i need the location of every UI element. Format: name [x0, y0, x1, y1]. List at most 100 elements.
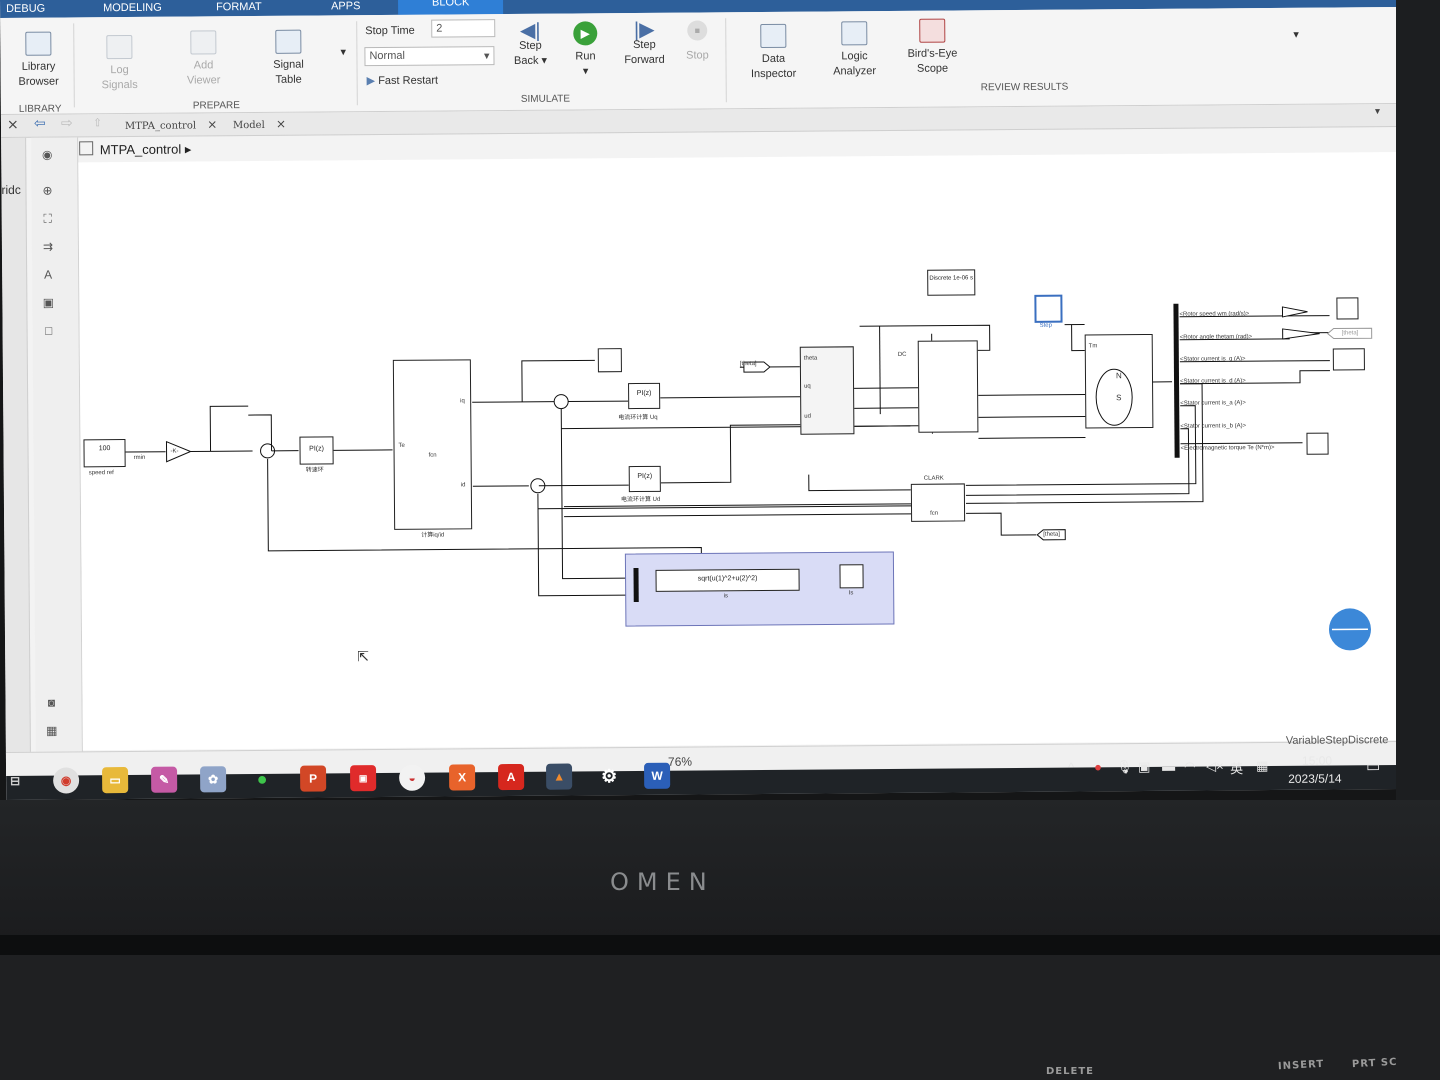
discrete-solver-label: Discrete 1e-06 s [929, 275, 974, 282]
speed-scope-block[interactable] [1336, 297, 1359, 320]
inverter-bridge-block[interactable] [917, 340, 979, 433]
chrome-icon[interactable]: ◉ [53, 767, 80, 794]
ime-mode-icon[interactable]: ▦ [1256, 758, 1268, 774]
sqrt-magnitude-block[interactable]: sqrt(u(1)^2+u(2)^2) [655, 568, 800, 592]
add-viewer-button[interactable]: Add Viewer [176, 30, 230, 88]
doc-tab-model-label: Model [232, 119, 265, 132]
prepare-expand-icon[interactable]: ▾ [340, 45, 346, 60]
ud-pi-controller-block[interactable]: PI(z) [628, 465, 661, 493]
powergui-discrete-block[interactable]: Discrete 1e-06 s [927, 269, 976, 296]
tab-apps[interactable]: APPS [331, 0, 360, 12]
file-explorer-icon[interactable]: ▭ [102, 767, 129, 794]
zoom-icon[interactable]: ⊕ [40, 184, 54, 198]
back-arrow-icon[interactable]: ⇦ [34, 116, 46, 132]
taskview-icon[interactable]: ⊟ [6, 768, 24, 794]
speed-ref-constant-block[interactable]: 100 [83, 439, 126, 468]
doc-tab-model[interactable]: Model × [233, 117, 286, 131]
step-forward-button[interactable]: |▶ Step Forward [620, 19, 668, 68]
data-inspector-icon [760, 23, 787, 49]
theta-goto-tag-2: [theta] [1341, 330, 1359, 337]
close-tab-icon[interactable]: × [207, 117, 217, 131]
run-button[interactable]: ▶ Run ▾ [566, 21, 604, 79]
log-signals-button[interactable]: Log Signals [92, 34, 146, 93]
speed-pi-controller-block[interactable]: PI(z) [299, 436, 334, 465]
youdao-icon[interactable]: ▣ [350, 765, 377, 792]
powerpoint-icon[interactable]: P [300, 765, 327, 792]
clark-transform-block[interactable]: fcn [910, 483, 966, 522]
bus-signal-5: <Stator current is_b (A)> [1180, 423, 1247, 430]
gallery-expand-icon[interactable]: ▾ [1293, 28, 1299, 43]
arrow-icon[interactable]: ⇉ [41, 240, 55, 254]
display-icon[interactable]: ▣ [1138, 759, 1150, 775]
tab-debug[interactable]: DEBUG [6, 3, 45, 15]
tab-block[interactable]: BLOCK [397, 0, 504, 15]
xmind-icon[interactable]: X [449, 764, 476, 791]
stop-time-input[interactable]: 2 [431, 19, 496, 38]
clock-date[interactable]: 2023/5/14 [1288, 771, 1341, 785]
ime-indicator[interactable]: 英 [1230, 758, 1243, 777]
data-inspector-button[interactable]: Data Inspector [745, 23, 801, 82]
is-scope-label: Is [848, 590, 854, 597]
step-block[interactable] [1034, 294, 1063, 323]
word-icon[interactable]: W [644, 762, 671, 789]
wechat-icon[interactable]: ● [249, 766, 275, 792]
tab-format[interactable]: FORMAT [216, 1, 262, 13]
screenshot-icon[interactable]: ◙ [44, 696, 58, 710]
doc-tab-mtpa-control[interactable]: MTPA_control × [125, 117, 217, 132]
forward-arrow-icon[interactable]: ⇨ [61, 115, 73, 131]
area-icon[interactable]: □ [42, 324, 56, 338]
close-tab-icon[interactable]: × [276, 117, 286, 131]
uq-port-label: uq [804, 383, 811, 390]
microphone-icon[interactable]: 🎙 [1116, 759, 1133, 775]
bezel-right [1396, 0, 1440, 935]
birds-eye-scope-button[interactable]: Bird's-Eye Scope [900, 18, 964, 77]
hide-show-icon[interactable]: ◉ [40, 148, 54, 162]
ud-pi-label: PI(z) [637, 472, 653, 481]
clock-time[interactable]: 15:00 [1302, 754, 1332, 768]
step-back-button[interactable]: ◀| Step Back ▾ [510, 19, 550, 69]
model-canvas[interactable]: 100 speed ref rmin -K- PI(z) 转速环 Te iq i… [78, 151, 1406, 751]
add-viewer-label: Add Viewer [186, 59, 221, 87]
fast-restart-toggle[interactable]: ▶ Fast Restart [367, 74, 439, 90]
notification-icon[interactable]: ▭ [1366, 757, 1380, 775]
paint-icon[interactable]: ✎ [151, 766, 178, 793]
app-icon[interactable]: ✿ [200, 766, 227, 793]
acrobat-icon[interactable]: A [498, 763, 525, 791]
stop-button[interactable]: ■ Stop [682, 20, 712, 63]
matlab-icon[interactable]: ▲ [546, 763, 573, 790]
motor-s-label: S [1116, 393, 1122, 403]
tray-app-icon[interactable]: ● [1094, 759, 1102, 774]
simulation-mode-select[interactable]: Normal ▾ [364, 46, 495, 67]
library-group-label: LIBRARY [18, 103, 62, 115]
signal-table-button[interactable]: Signal Table [262, 29, 314, 88]
library-browser-button[interactable]: Library Browser [8, 31, 68, 89]
model-browser-clipped-text: ridc [1, 182, 21, 197]
settings-gear-icon[interactable]: ⚙ [596, 763, 622, 789]
is-scope-block[interactable] [839, 564, 864, 589]
step-back-icon: ◀| [519, 19, 541, 42]
scope-block[interactable] [597, 348, 622, 373]
annotation-icon[interactable]: A [41, 268, 55, 282]
breadcrumb[interactable]: MTPA_control ▸ [79, 141, 191, 159]
property-inspector-icon[interactable]: ▦ [45, 724, 59, 738]
close-panel-icon[interactable]: × [7, 117, 19, 133]
fit-to-view-icon[interactable]: ⛶ [41, 212, 55, 226]
delete-key: DELETE [1046, 1066, 1094, 1077]
tray-overflow-icon[interactable]: ^ [1068, 760, 1074, 775]
signal-table-icon [275, 29, 302, 54]
current-scope-block[interactable] [1332, 348, 1365, 371]
tabs-menu-chevron-icon[interactable]: ▾ [1375, 106, 1380, 117]
iq-id-calc-block[interactable]: Te iq id fcn [392, 359, 473, 530]
image-icon[interactable]: ▣ [41, 296, 55, 310]
tab-modeling[interactable]: MODELING [103, 2, 162, 14]
torque-scope-block[interactable] [1306, 432, 1329, 455]
game-icon[interactable]: ◒ [399, 764, 426, 791]
volume-muted-icon[interactable]: ◁× [1206, 758, 1224, 774]
wifi-icon[interactable]: ◠ [1184, 759, 1195, 775]
logic-analyzer-button[interactable]: Logic Analyzer [826, 21, 882, 79]
uq-pi-controller-block[interactable]: PI(z) [628, 382, 661, 410]
battery-icon[interactable]: ▬ [1162, 759, 1175, 774]
up-level-icon[interactable]: ⇧ [93, 116, 102, 129]
inverse-park-block[interactable]: theta uq ud [799, 346, 855, 435]
pmsm-motor-block[interactable]: Tm N S [1084, 333, 1154, 429]
